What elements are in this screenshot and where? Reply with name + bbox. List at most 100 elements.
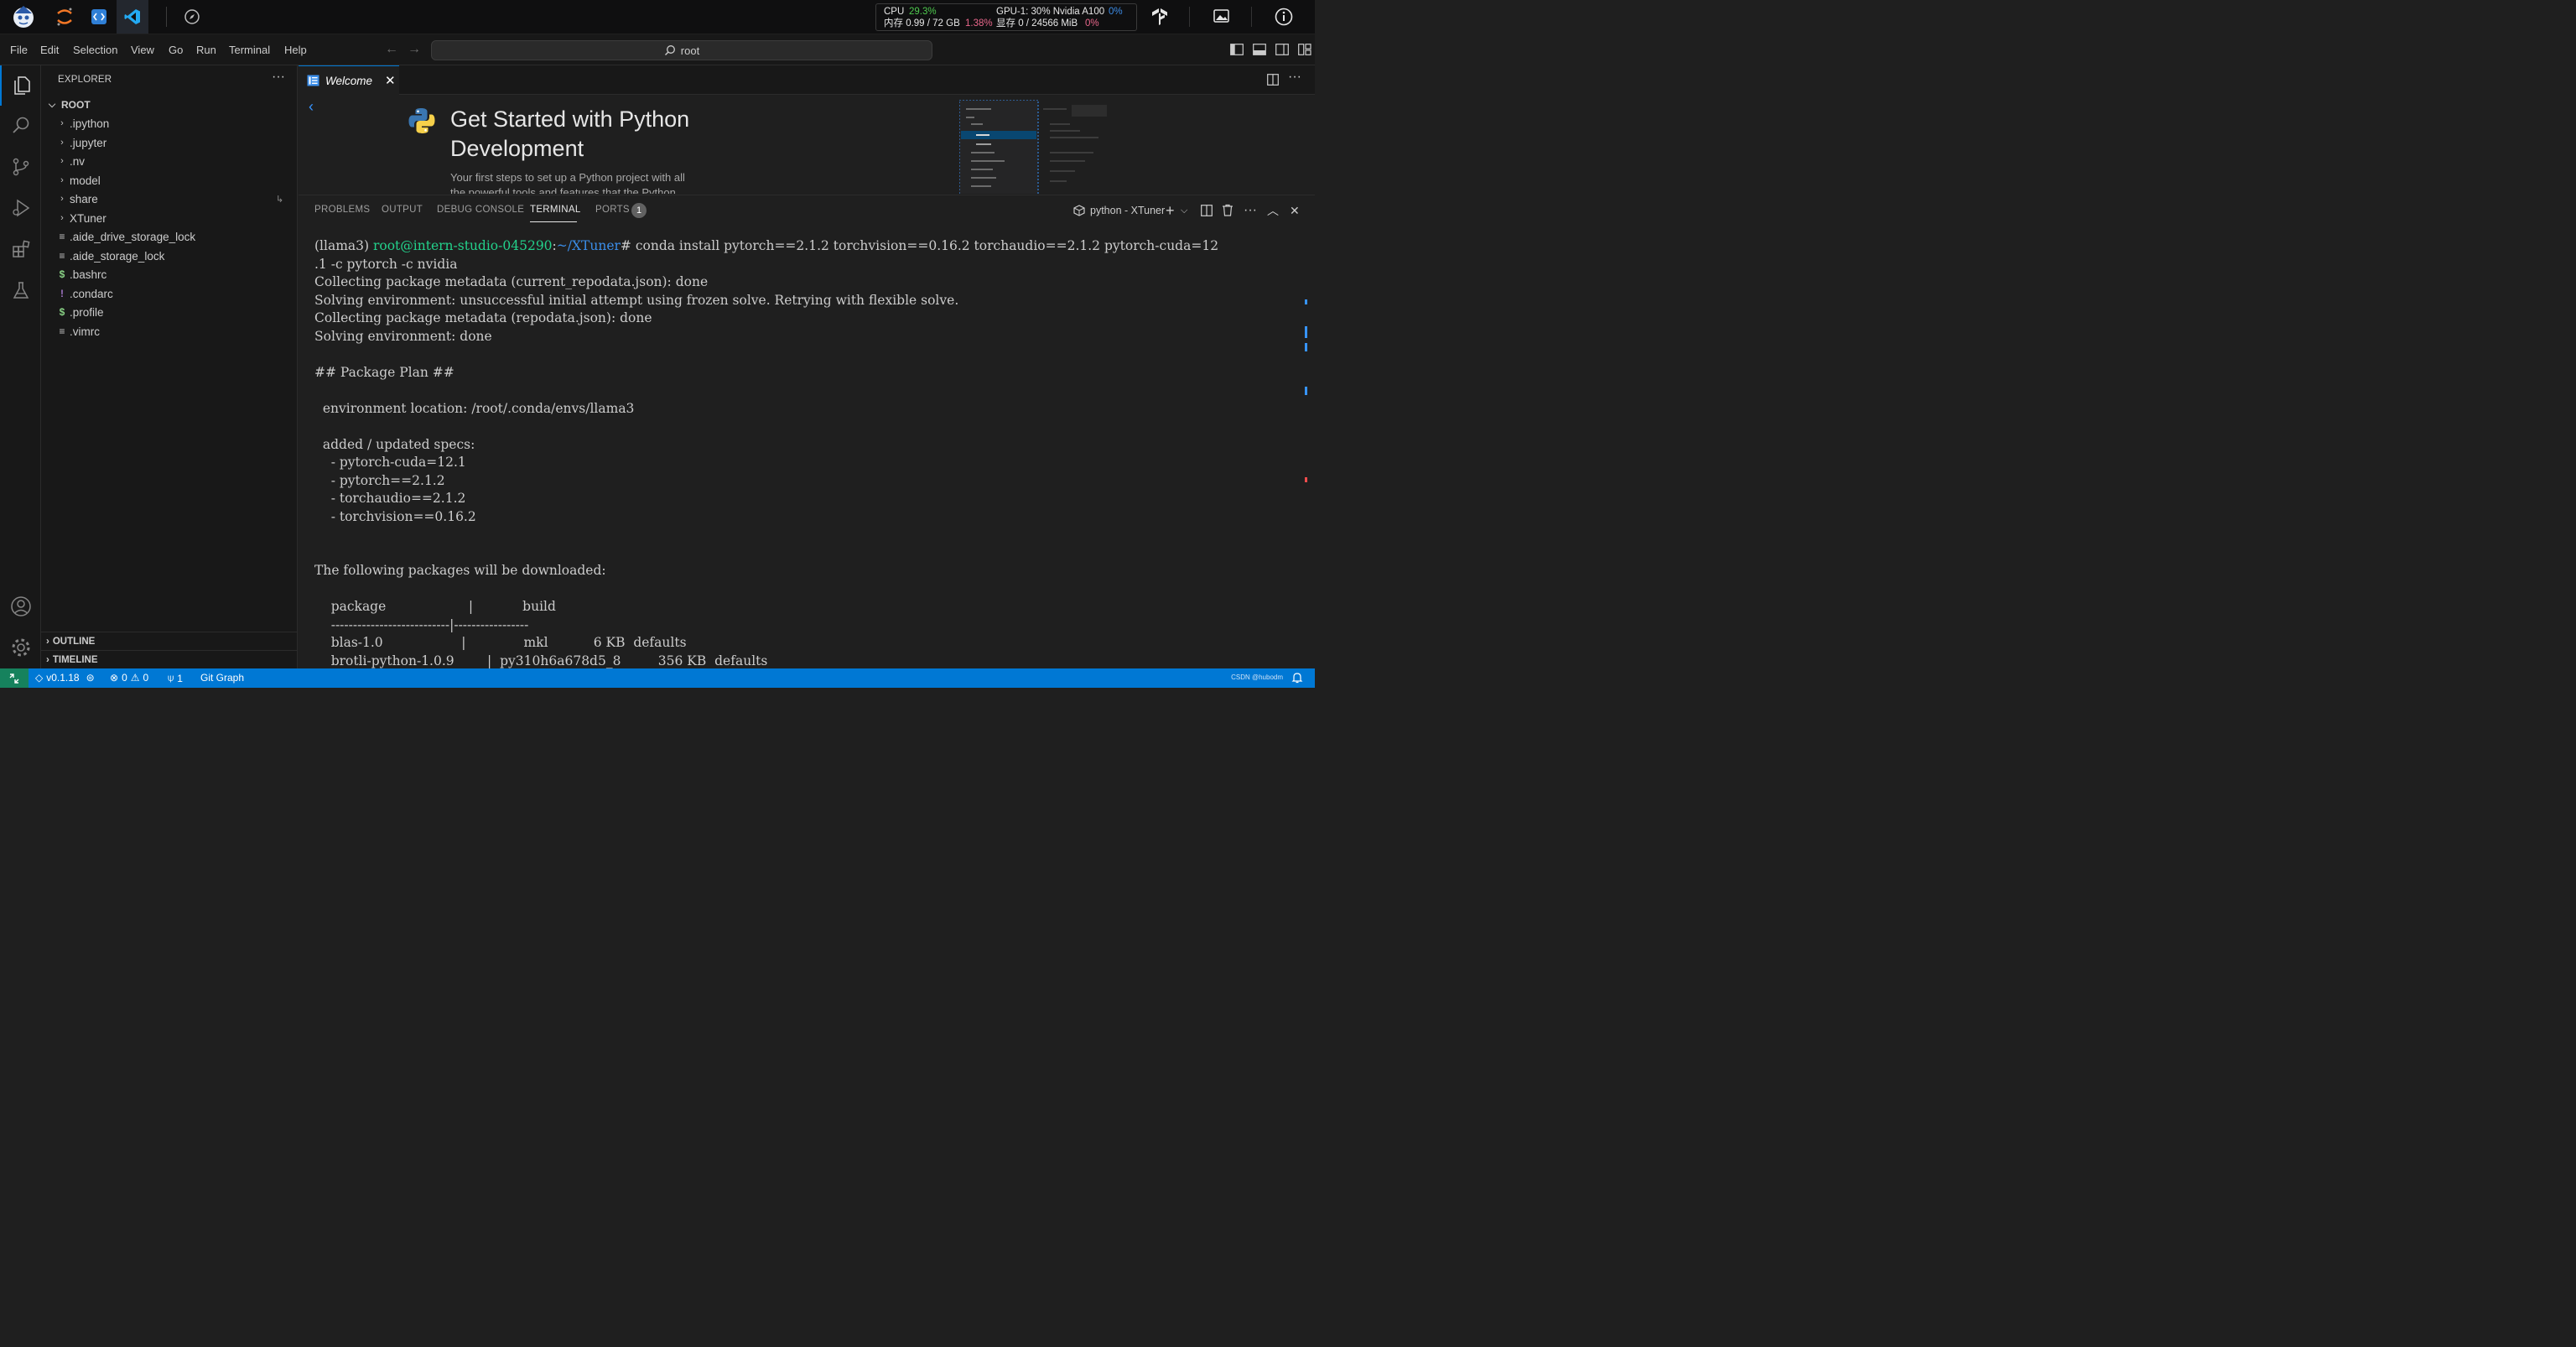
back-arrow-icon[interactable]: ← <box>385 42 398 57</box>
toggle-panel-icon[interactable] <box>1253 44 1266 55</box>
python-logo-icon <box>408 108 435 133</box>
vscode-logo-icon[interactable] <box>117 0 148 34</box>
terminal-line: Solving environment: unsuccessful initia… <box>314 292 959 308</box>
new-terminal-icon[interactable]: + <box>1166 202 1175 219</box>
terminal-line: .1 -c pytorch -c nvidia <box>314 256 458 272</box>
ports-indicator[interactable]: ⍦ 1 <box>168 672 183 684</box>
split-terminal-icon[interactable] <box>1201 205 1213 216</box>
text-file-icon: ≡ <box>59 325 65 337</box>
divider <box>166 7 167 27</box>
maximize-panel-icon[interactable]: ︿ <box>1267 203 1279 218</box>
menu-go[interactable]: Go <box>169 44 183 56</box>
tab-ports[interactable]: PORTS <box>595 205 630 215</box>
resource-monitor: CPU 29.3% 内存 0.99 / 72 GB 1.38% GPU-1: 3… <box>875 3 1137 31</box>
customize-layout-icon[interactable] <box>1298 44 1311 55</box>
split-editor-icon[interactable] <box>1267 74 1279 86</box>
tag-icon: ◇ <box>35 672 44 684</box>
version-indicator[interactable]: ◇ v0.1.18 ⊜ <box>35 672 95 684</box>
more-actions-icon[interactable]: ··· <box>1288 70 1301 85</box>
terminal-selector[interactable]: python - XTuner <box>1073 203 1165 218</box>
info-icon[interactable] <box>1274 7 1294 27</box>
vram-value: 0% <box>1085 18 1099 29</box>
chevron-right-icon: › <box>60 175 64 185</box>
image-search-icon[interactable] <box>1212 7 1232 27</box>
terminal-line: added / updated specs: <box>314 436 475 452</box>
chevron-right-icon: › <box>60 194 64 204</box>
compass-logo-icon[interactable] <box>176 0 208 34</box>
timeline-section-header[interactable]: › TIMELINE <box>41 650 298 668</box>
problems-indicator[interactable]: ⊗ 0 ⚠ 0 <box>110 672 148 684</box>
antenna-icon: ⍦ <box>168 672 174 684</box>
tab-welcome[interactable]: Welcome ✕ <box>299 65 399 95</box>
tab-terminal[interactable]: TERMINAL <box>530 205 581 215</box>
divider <box>1251 7 1252 27</box>
outline-section-header[interactable]: › OUTLINE <box>41 632 298 650</box>
tree-item-nv[interactable]: › .nv <box>41 152 298 170</box>
toggle-secondary-sidebar-icon[interactable] <box>1275 44 1289 55</box>
toggle-sidebar-icon[interactable] <box>1230 44 1244 55</box>
text-file-icon: ≡ <box>59 231 65 242</box>
extensions-icon[interactable] <box>0 229 41 269</box>
intern-studio-logo-icon[interactable] <box>8 0 39 34</box>
tab-output[interactable]: OUTPUT <box>382 205 423 215</box>
settings-gear-icon[interactable] <box>0 627 41 668</box>
active-tab-indicator <box>530 221 577 222</box>
account-icon[interactable] <box>0 586 41 627</box>
tree-item-aide-storage-lock[interactable]: ≡ .aide_storage_lock <box>41 247 298 265</box>
tab-debug-console[interactable]: DEBUG CONSOLE <box>437 205 524 215</box>
tensorflow-icon[interactable] <box>1150 7 1170 27</box>
explorer-icon[interactable] <box>0 65 41 106</box>
menu-run[interactable]: Run <box>196 44 216 56</box>
terminal-profile-icon <box>1073 205 1085 216</box>
close-icon[interactable]: ✕ <box>385 73 396 88</box>
root-folder-header[interactable]: ⌵ ROOT <box>41 96 298 114</box>
tree-item-share[interactable]: › share ↳ <box>41 190 298 208</box>
tree-item-aide-drive-storage-lock[interactable]: ≡ .aide_drive_storage_lock <box>41 227 298 246</box>
notifications-bell-icon[interactable] <box>1291 672 1303 684</box>
command-center-search[interactable]: root <box>431 40 932 60</box>
menu-view[interactable]: View <box>131 44 154 56</box>
explorer-sidebar: EXPLORER ··· ⌵ ROOT › .ipython › .jupyte… <box>41 65 298 668</box>
git-graph-button[interactable]: Git Graph <box>200 672 244 684</box>
tree-item-vimrc[interactable]: ≡ .vimrc <box>41 322 298 341</box>
terminal-line: - torchaudio==2.1.2 <box>314 491 466 506</box>
code-server-logo-icon[interactable] <box>83 0 115 34</box>
testing-flask-icon[interactable] <box>0 270 41 310</box>
jupyter-logo-icon[interactable] <box>49 0 80 34</box>
menu-help[interactable]: Help <box>284 44 307 56</box>
search-icon[interactable] <box>0 106 41 146</box>
tab-problems[interactable]: PROBLEMS <box>314 205 370 215</box>
tree-item-bashrc[interactable]: $ .bashrc <box>41 265 298 283</box>
menu-file[interactable]: File <box>10 44 28 56</box>
more-actions-icon[interactable]: ··· <box>1244 203 1257 218</box>
tree-item-jupyter[interactable]: › .jupyter <box>41 133 298 152</box>
terminal-name: python - XTuner <box>1090 205 1166 216</box>
menu-edit[interactable]: Edit <box>40 44 59 56</box>
tree-item-model[interactable]: › model <box>41 171 298 190</box>
close-panel-icon[interactable]: ✕ <box>1290 203 1300 218</box>
tree-item-ipython[interactable]: › .ipython <box>41 114 298 133</box>
shell-file-icon: $ <box>59 268 65 280</box>
terminal-line: ## Package Plan ## <box>314 364 454 380</box>
gpu-value: 0% <box>1109 7 1123 17</box>
menu-bar: File Edit Selection View Go Run Terminal… <box>0 34 1315 65</box>
run-debug-icon[interactable] <box>0 188 41 228</box>
chevron-down-icon[interactable]: ⌵ <box>1181 203 1187 218</box>
forward-arrow-icon[interactable]: → <box>408 42 421 57</box>
tree-item-xtuner[interactable]: › XTuner <box>41 209 298 227</box>
menu-selection[interactable]: Selection <box>73 44 117 56</box>
tree-item-condarc[interactable]: ! .condarc <box>41 284 298 303</box>
trash-icon[interactable] <box>1222 204 1233 216</box>
terminal-output[interactable]: (llama3) root@intern-studio-045290:~/XTu… <box>314 237 1304 670</box>
terminal-line: Collecting package metadata (repodata.js… <box>314 310 652 325</box>
terminal-line: Collecting package metadata (current_rep… <box>314 274 709 289</box>
back-chevron-icon[interactable]: ‹ <box>309 98 314 116</box>
source-control-icon[interactable] <box>0 147 41 187</box>
more-actions-icon[interactable]: ··· <box>272 70 285 85</box>
tree-item-profile[interactable]: $ .profile <box>41 303 298 321</box>
remote-indicator-icon[interactable] <box>0 668 29 688</box>
menu-terminal[interactable]: Terminal <box>229 44 270 56</box>
